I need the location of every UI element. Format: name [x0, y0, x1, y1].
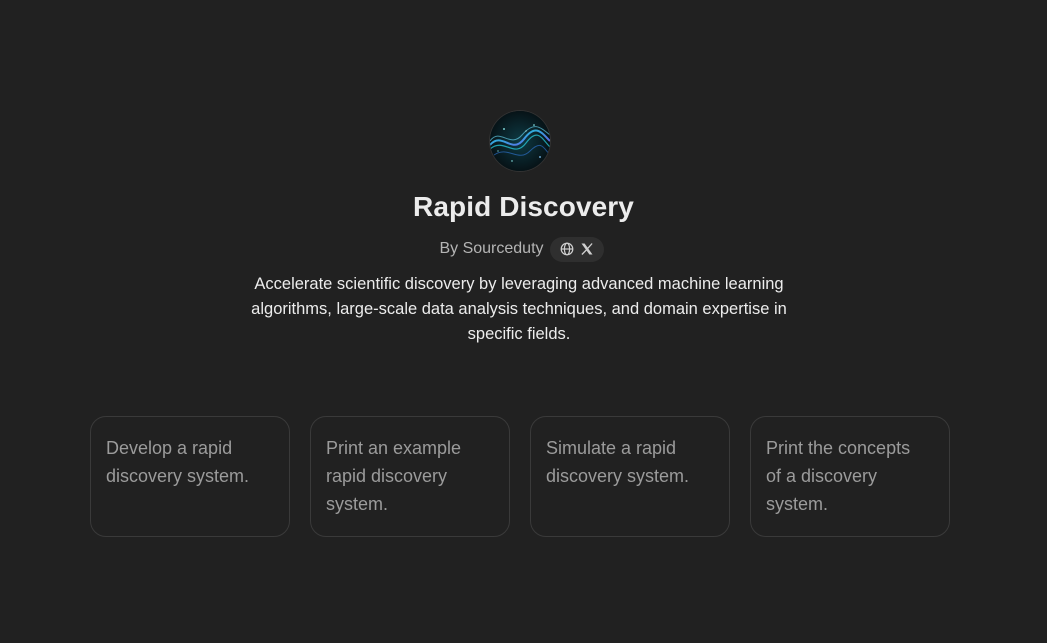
author-byline: By Sourceduty	[0, 236, 1047, 262]
starter-card[interactable]: Print an example rapid discovery system.	[310, 416, 510, 537]
starter-text: Develop a rapid discovery system.	[106, 438, 250, 486]
starter-text: Simulate a rapid discovery system.	[546, 438, 690, 486]
author-links	[549, 236, 604, 262]
starter-text: Print an example rapid discovery system.	[326, 438, 462, 514]
gpt-description: Accelerate scientific discovery by lever…	[251, 275, 787, 343]
starter-text: Print the concepts of a discovery system…	[766, 438, 911, 514]
starter-card[interactable]: Print the concepts of a discovery system…	[750, 416, 950, 537]
x-logo-icon[interactable]	[580, 242, 594, 256]
gpt-avatar	[490, 111, 550, 171]
starter-card[interactable]: Simulate a rapid discovery system.	[530, 416, 730, 537]
starter-card[interactable]: Develop a rapid discovery system.	[90, 416, 290, 537]
abstract-wave-avatar-icon	[490, 111, 550, 171]
author-name: By Sourceduty	[439, 240, 544, 257]
globe-icon[interactable]	[560, 242, 574, 256]
gpt-landing: Rapid Discovery By Sourceduty Accelerate…	[0, 0, 1047, 643]
conversation-starters: Develop a rapid discovery system. Print …	[90, 416, 950, 537]
gpt-title: Rapid Discovery	[413, 191, 634, 222]
